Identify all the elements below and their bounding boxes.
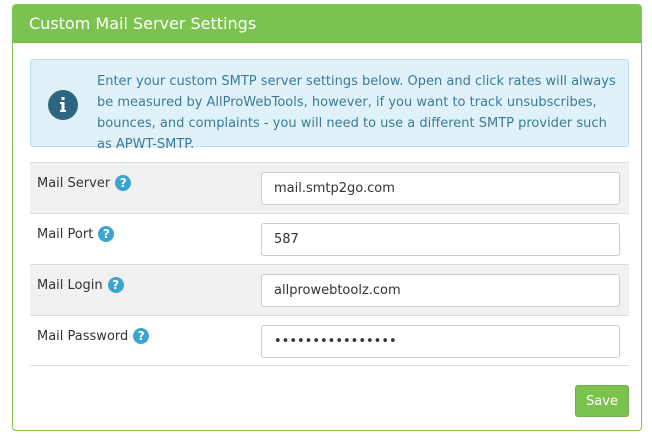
mail-password-label: Mail Password bbox=[37, 328, 129, 344]
mail-password-input[interactable] bbox=[261, 325, 620, 358]
mail-port-row: Mail Port ? bbox=[30, 213, 629, 264]
mail-password-row: Mail Password ? bbox=[30, 315, 629, 366]
save-button[interactable]: Save bbox=[575, 385, 629, 417]
mail-server-label: Mail Server bbox=[37, 175, 111, 191]
mail-port-help-icon[interactable]: ? bbox=[98, 226, 115, 242]
settings-form: Mail Server ? Mail Port ? Mail Login ? M… bbox=[30, 162, 629, 366]
mail-login-row: Mail Login ? bbox=[30, 264, 629, 315]
info-icon bbox=[48, 90, 78, 120]
mail-port-label-group: Mail Port ? bbox=[37, 226, 115, 242]
info-alert: Enter your custom SMTP server settings b… bbox=[30, 59, 629, 152]
info-glyph bbox=[60, 97, 66, 112]
mail-server-row: Mail Server ? bbox=[30, 162, 629, 213]
mail-password-label-group: Mail Password ? bbox=[37, 328, 150, 344]
mail-login-help-icon[interactable]: ? bbox=[107, 277, 124, 293]
mail-server-label-group: Mail Server ? bbox=[37, 175, 132, 191]
mail-login-label-group: Mail Login ? bbox=[37, 277, 124, 293]
mail-server-input[interactable] bbox=[261, 172, 620, 205]
panel-title: Custom Mail Server Settings bbox=[13, 5, 641, 43]
mail-port-input[interactable] bbox=[261, 223, 620, 256]
mail-password-help-icon[interactable]: ? bbox=[133, 328, 150, 344]
mail-port-label: Mail Port bbox=[37, 226, 94, 242]
mail-login-input[interactable] bbox=[261, 274, 620, 307]
mail-login-label: Mail Login bbox=[37, 277, 103, 293]
mail-server-help-icon[interactable]: ? bbox=[115, 175, 132, 191]
info-message: Enter your custom SMTP server settings b… bbox=[97, 74, 616, 152]
mail-settings-panel: Custom Mail Server Settings Enter your c… bbox=[12, 4, 642, 431]
